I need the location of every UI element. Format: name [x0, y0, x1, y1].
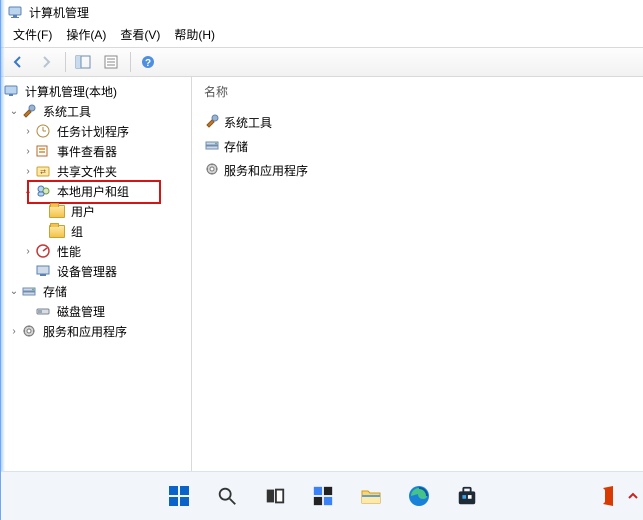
tree-label: 组: [69, 222, 85, 241]
back-button[interactable]: [5, 49, 31, 75]
performance-icon: [35, 243, 51, 259]
tree-item-event-viewer[interactable]: › 事件查看器: [1, 141, 191, 161]
menu-action[interactable]: 操作(A): [66, 26, 106, 43]
tree-item-services-apps[interactable]: › 服务和应用程序: [1, 321, 191, 341]
toolbar-separator: [65, 52, 66, 72]
tree-item-task-scheduler[interactable]: › 任务计划程序: [1, 121, 191, 141]
list-pane[interactable]: 名称 系统工具 存储: [192, 77, 643, 477]
tree-label: 用户: [69, 202, 97, 221]
tree-item-device-manager[interactable]: 设备管理器: [1, 261, 191, 281]
list-item-label: 存储: [224, 138, 248, 155]
taskbar-file-explorer-icon[interactable]: [351, 476, 391, 516]
tree-item-groups[interactable]: 组: [1, 221, 191, 241]
expander-icon[interactable]: ›: [7, 326, 21, 337]
storage-icon: [21, 283, 37, 299]
expander-icon[interactable]: ›: [21, 246, 35, 257]
expander-icon[interactable]: ⌄: [7, 106, 21, 117]
folder-icon: [49, 203, 65, 219]
show-hide-tree-button[interactable]: [70, 49, 96, 75]
tools-icon: [21, 103, 37, 119]
taskbar-widgets-icon[interactable]: [303, 476, 343, 516]
event-viewer-icon: [35, 143, 51, 159]
tree-label: 事件查看器: [55, 142, 119, 161]
taskbar-office-icon[interactable]: [596, 476, 622, 516]
list-item-label: 服务和应用程序: [224, 162, 308, 179]
tree-item-disk-management[interactable]: 磁盘管理: [1, 301, 191, 321]
tree-label: 性能: [55, 242, 83, 261]
list-item-services-apps[interactable]: 服务和应用程序: [200, 158, 636, 182]
menu-bar: 文件(F) 操作(A) 查看(V) 帮助(H): [1, 22, 643, 47]
forward-button[interactable]: [33, 49, 59, 75]
toolbar-separator: [130, 52, 131, 72]
svg-text:?: ?: [145, 58, 151, 69]
menu-file[interactable]: 文件(F): [13, 26, 52, 43]
expander-icon[interactable]: ›: [21, 126, 35, 137]
taskbar-edge-icon[interactable]: [399, 476, 439, 516]
menu-help[interactable]: 帮助(H): [174, 26, 215, 43]
services-icon: [21, 323, 37, 339]
tree-root-label: 计算机管理(本地): [23, 82, 119, 101]
list-item-label: 系统工具: [224, 114, 272, 131]
disk-management-icon: [35, 303, 51, 319]
device-manager-icon: [35, 263, 51, 279]
menu-view[interactable]: 查看(V): [120, 26, 160, 43]
toolbar: ?: [1, 47, 643, 77]
taskbar-search-icon[interactable]: [207, 476, 247, 516]
taskbar: [1, 471, 643, 520]
tree-label: 系统工具: [41, 102, 93, 121]
taskbar-start-button[interactable]: [159, 476, 199, 516]
tree-item-system-tools[interactable]: ⌄ 系统工具: [1, 101, 191, 121]
tree-label: 设备管理器: [55, 262, 119, 281]
tree-label: 存储: [41, 282, 69, 301]
taskbar-taskview-icon[interactable]: [255, 476, 295, 516]
tree-item-performance[interactable]: › 性能: [1, 241, 191, 261]
app-icon: [7, 4, 23, 20]
computer-management-icon: [3, 83, 19, 99]
list-item-storage[interactable]: 存储: [200, 134, 636, 158]
storage-icon: [204, 137, 220, 156]
taskbar-store-icon[interactable]: [447, 476, 487, 516]
list-item-system-tools[interactable]: 系统工具: [200, 110, 636, 134]
tools-icon: [204, 113, 220, 132]
title-bar: 计算机管理: [1, 0, 643, 22]
expander-icon[interactable]: ›: [21, 146, 35, 157]
tree-item-shared-folders[interactable]: › ⇄ 共享文件夹: [1, 161, 191, 181]
clock-icon: [35, 123, 51, 139]
tree-label: 服务和应用程序: [41, 322, 129, 341]
highlight-annotation: [27, 180, 161, 204]
tree-item-users[interactable]: 用户: [1, 201, 191, 221]
tree-label: 任务计划程序: [55, 122, 131, 141]
folder-icon: [49, 223, 65, 239]
window-title: 计算机管理: [29, 4, 89, 21]
taskbar-tray-overflow-icon[interactable]: [624, 476, 642, 516]
tree-pane[interactable]: 计算机管理(本地) ⌄ 系统工具 ›: [1, 77, 192, 477]
column-header-name[interactable]: 名称: [200, 81, 636, 110]
tree-label: 共享文件夹: [55, 162, 119, 181]
expander-icon[interactable]: ›: [21, 166, 35, 177]
properties-button[interactable]: [98, 49, 124, 75]
tree-item-storage[interactable]: ⌄ 存储: [1, 281, 191, 301]
shared-folders-icon: ⇄: [35, 163, 51, 179]
help-button[interactable]: ?: [135, 49, 161, 75]
expander-icon[interactable]: ⌄: [7, 286, 21, 297]
tree-root[interactable]: 计算机管理(本地): [1, 81, 191, 101]
tree-label: 磁盘管理: [55, 302, 107, 321]
services-icon: [204, 161, 220, 180]
svg-text:⇄: ⇄: [40, 169, 46, 176]
